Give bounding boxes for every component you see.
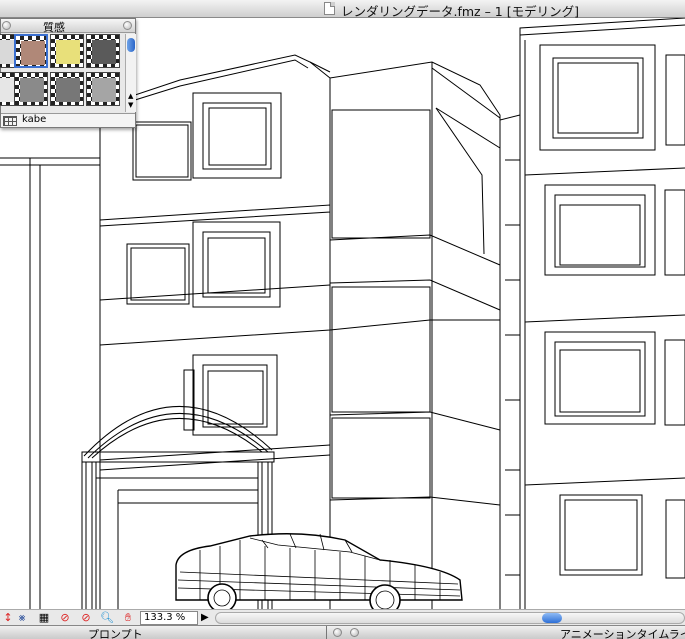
document-icon bbox=[324, 2, 335, 15]
palette-scroll-thumb[interactable] bbox=[127, 38, 135, 52]
scroll-down-icon[interactable]: ▼ bbox=[128, 101, 133, 109]
no-entry-icon-2[interactable]: ⊘ bbox=[79, 611, 93, 625]
left-building bbox=[0, 157, 101, 609]
no-entry-icon[interactable]: ⊘ bbox=[58, 611, 72, 625]
material-swatches bbox=[0, 34, 125, 112]
cross-hatch-icon[interactable]: ⨳ bbox=[15, 611, 29, 625]
palette-title: 質感 bbox=[43, 21, 65, 34]
main-windows bbox=[126, 92, 282, 436]
material-swatch-yellow[interactable] bbox=[50, 34, 84, 68]
move-arrows-icon[interactable]: ↕ bbox=[1, 611, 15, 625]
animation-minimize-button[interactable] bbox=[350, 628, 359, 637]
prompt-panel-title[interactable]: プロンプト bbox=[88, 626, 143, 639]
palette-close-button[interactable] bbox=[2, 21, 11, 30]
zoom-level-field[interactable]: 133.3 % bbox=[140, 611, 198, 625]
palette-footer: kabe bbox=[1, 113, 135, 127]
animation-close-button[interactable] bbox=[333, 628, 342, 637]
grid-icon[interactable]: ▦ bbox=[37, 611, 51, 625]
right-building bbox=[499, 18, 685, 609]
play-arrow-icon[interactable]: ▶ bbox=[201, 611, 211, 625]
horizontal-scroll-thumb[interactable] bbox=[542, 613, 562, 623]
bottom-panels: プロンプト アニメーションタイムライ bbox=[0, 625, 685, 639]
material-grid-icon[interactable] bbox=[3, 116, 17, 126]
magnifier-icon[interactable]: 🔍︎ bbox=[100, 611, 114, 625]
car-wireframe bbox=[175, 533, 463, 609]
palette-title-bar[interactable]: 質感 bbox=[1, 19, 135, 34]
material-swatch-light-gray[interactable] bbox=[86, 72, 120, 106]
material-swatch-dark-gray[interactable] bbox=[86, 34, 120, 68]
main-building bbox=[99, 54, 501, 609]
window-title-bar: レンダリングデータ.fmz – 1 [モデリング] bbox=[0, 0, 685, 19]
material-swatch-mid-gray[interactable] bbox=[50, 72, 84, 106]
view-toolbar: ↕ ⨳ ▦ ⊘ ⊘ 🔍︎ ✋︎ 133.3 % ▶ bbox=[0, 609, 685, 625]
selected-material-name: kabe bbox=[22, 114, 47, 125]
panel-divider bbox=[326, 626, 327, 639]
horizontal-scrollbar[interactable] bbox=[215, 612, 685, 624]
material-palette[interactable]: 質感 ▲ ▼ kabe bbox=[0, 18, 136, 128]
material-swatch-brown[interactable] bbox=[14, 34, 48, 68]
animation-panel-title[interactable]: アニメーションタイムライ bbox=[560, 626, 685, 639]
material-swatch-gray-texture[interactable] bbox=[14, 72, 48, 106]
palette-collapse-button[interactable] bbox=[123, 21, 132, 30]
scroll-up-icon[interactable]: ▲ bbox=[128, 92, 133, 100]
hand-pan-icon[interactable]: ✋︎ bbox=[121, 611, 135, 625]
palette-scrollbar[interactable]: ▲ ▼ bbox=[125, 34, 136, 112]
